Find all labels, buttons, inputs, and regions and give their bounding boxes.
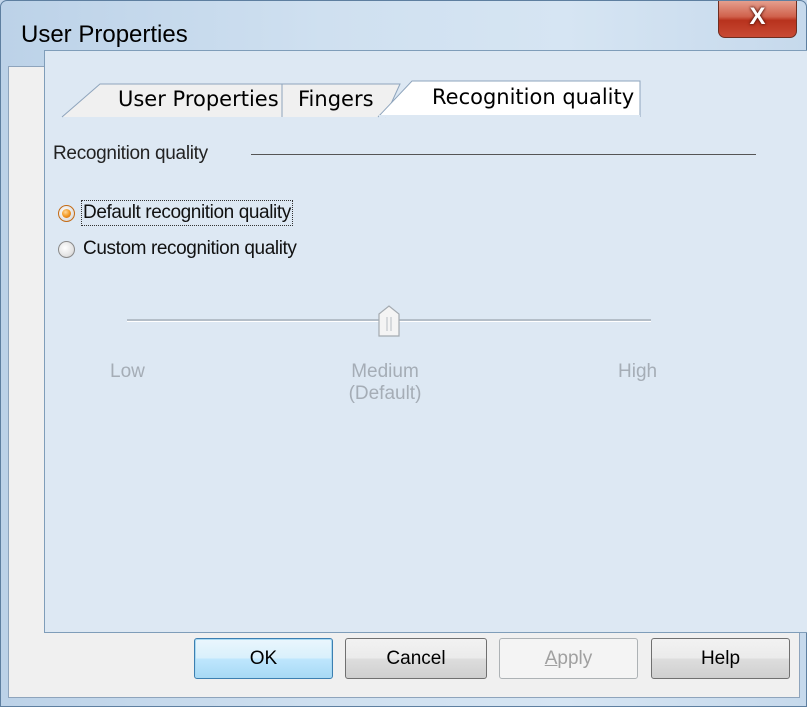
default-quality-radio[interactable] (58, 205, 75, 222)
apply-label: pply (557, 648, 593, 669)
default-quality-label[interactable]: Default recognition quality (81, 200, 293, 226)
help-button[interactable]: Help (651, 638, 790, 679)
apply-accelerator: A (544, 648, 558, 669)
ok-button[interactable]: OK (194, 638, 333, 679)
cancel-button[interactable]: Cancel (345, 638, 487, 679)
custom-quality-label[interactable]: Custom recognition quality (83, 238, 297, 260)
group-divider (251, 154, 756, 155)
slider-medium-text: Medium (351, 361, 419, 382)
tab-panel-recognition-quality (44, 50, 807, 633)
quality-slider-thumb[interactable] (378, 305, 400, 337)
slider-low-label: Low (110, 361, 145, 382)
custom-quality-radio[interactable] (58, 241, 75, 258)
tab-fingers[interactable]: Fingers (298, 87, 374, 111)
tab-user-properties[interactable]: User Properties (118, 87, 279, 111)
tab-recognition-quality[interactable]: Recognition quality (432, 85, 634, 109)
apply-button[interactable]: Apply (499, 638, 638, 679)
group-title: Recognition quality (53, 143, 208, 164)
slider-medium-label: Medium (Default) (330, 361, 440, 405)
slider-default-text: (Default) (348, 383, 422, 404)
slider-high-label: High (618, 361, 658, 382)
